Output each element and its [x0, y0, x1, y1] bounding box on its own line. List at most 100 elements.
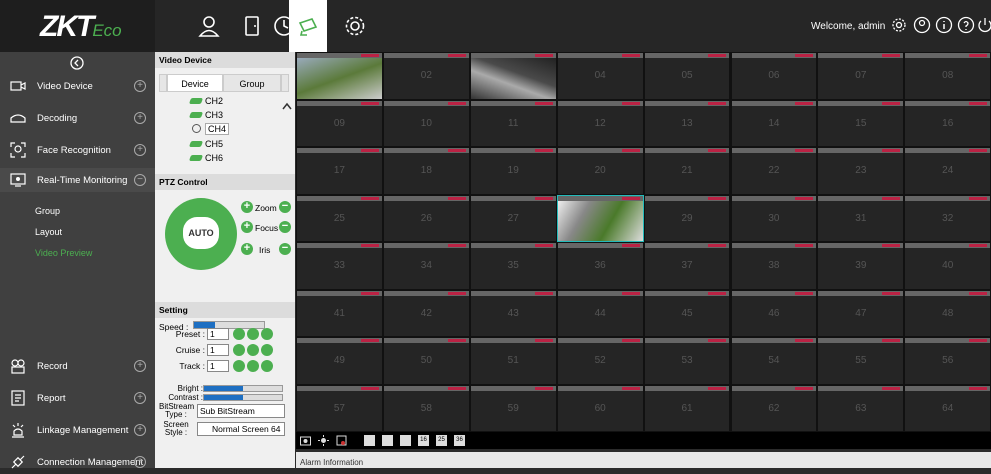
video-cell[interactable]: 18: [383, 148, 469, 194]
video-cell[interactable]: 38: [731, 243, 817, 289]
sidebar-item-face-recognition[interactable]: Face Recognition +: [0, 138, 155, 162]
layout-9-button[interactable]: [400, 435, 411, 446]
zoom-out-button[interactable]: −: [279, 201, 291, 213]
sidebar-item-record[interactable]: Record +: [0, 354, 155, 378]
expand-icon[interactable]: +: [134, 144, 146, 156]
sidebar-sub-video-preview[interactable]: Video Preview: [35, 248, 92, 258]
settings-icon[interactable]: [890, 16, 908, 34]
video-cell[interactable]: 10: [383, 100, 469, 146]
tree-channel[interactable]: CH3: [188, 110, 223, 120]
preset-delete-button[interactable]: [261, 328, 273, 340]
bitstream-select[interactable]: Sub BitStream: [197, 404, 285, 418]
auto-button[interactable]: AUTO: [183, 217, 219, 249]
cruise-edit-button[interactable]: [247, 344, 259, 356]
gear-icon[interactable]: [341, 12, 369, 40]
video-cell[interactable]: 19: [470, 148, 556, 194]
tree-channel[interactable]: CH6: [188, 153, 223, 163]
record-clip-icon[interactable]: [336, 435, 347, 446]
video-cell[interactable]: 17: [297, 148, 382, 194]
video-cell[interactable]: 23: [818, 148, 904, 194]
cruise-call-button[interactable]: [233, 344, 245, 356]
video-cell[interactable]: 59: [470, 385, 556, 431]
video-cell[interactable]: 08: [905, 53, 991, 99]
snapshot-icon[interactable]: [300, 435, 311, 446]
video-cell[interactable]: 61: [644, 385, 730, 431]
sidebar-item-real-time-monitoring[interactable]: Real-Time Monitoring −: [0, 168, 155, 192]
video-cell[interactable]: 54: [731, 338, 817, 384]
preset-edit-button[interactable]: [247, 328, 259, 340]
video-cell[interactable]: 24: [905, 148, 991, 194]
ptz-direction-pad[interactable]: AUTO: [165, 198, 237, 270]
video-cell[interactable]: 07: [818, 53, 904, 99]
zoom-in-button[interactable]: +: [241, 201, 253, 213]
iris-in-button[interactable]: +: [241, 243, 253, 255]
layout-1-button[interactable]: [364, 435, 375, 446]
ptz-move-icon[interactable]: [318, 435, 329, 446]
video-cell[interactable]: 39: [818, 243, 904, 289]
tab-video[interactable]: [289, 0, 327, 52]
video-cell[interactable]: 35: [470, 243, 556, 289]
video-cell[interactable]: 44: [557, 290, 643, 336]
video-cell[interactable]: 40: [905, 243, 991, 289]
video-cell[interactable]: [470, 53, 556, 99]
focus-in-button[interactable]: +: [241, 221, 253, 233]
video-cell[interactable]: [297, 53, 382, 99]
video-cell[interactable]: 14: [731, 100, 817, 146]
video-cell[interactable]: 37: [644, 243, 730, 289]
video-cell[interactable]: 56: [905, 338, 991, 384]
video-cell[interactable]: 48: [905, 290, 991, 336]
preset-select[interactable]: 1: [207, 328, 229, 340]
video-cell[interactable]: 36: [557, 243, 643, 289]
video-cell[interactable]: 50: [383, 338, 469, 384]
video-cell[interactable]: 49: [297, 338, 382, 384]
door-icon[interactable]: [238, 12, 266, 40]
video-cell[interactable]: 20: [557, 148, 643, 194]
video-cell[interactable]: 22: [731, 148, 817, 194]
video-cell[interactable]: 30: [731, 195, 817, 241]
tab-scroll-left[interactable]: [159, 74, 167, 92]
focus-out-button[interactable]: −: [279, 221, 291, 233]
person-icon[interactable]: [195, 12, 223, 40]
track-select[interactable]: 1: [207, 360, 229, 372]
video-cell[interactable]: 60: [557, 385, 643, 431]
video-cell[interactable]: 41: [297, 290, 382, 336]
video-cell[interactable]: [556, 194, 644, 242]
video-cell[interactable]: 51: [470, 338, 556, 384]
tree-channel[interactable]: CH5: [188, 139, 223, 149]
video-cell[interactable]: 27: [470, 195, 556, 241]
sidebar-sub-layout[interactable]: Layout: [35, 227, 62, 237]
info-icon[interactable]: [935, 16, 953, 34]
contrast-slider[interactable]: [203, 394, 283, 401]
video-cell[interactable]: 06: [731, 53, 817, 99]
expand-icon[interactable]: +: [134, 456, 146, 468]
video-cell[interactable]: 46: [731, 290, 817, 336]
track-delete-button[interactable]: [261, 360, 273, 372]
layout-36-button[interactable]: 36: [454, 435, 465, 446]
tree-channel-selected[interactable]: CH4: [192, 123, 230, 135]
sidebar-item-decoding[interactable]: Decoding +: [0, 106, 155, 130]
cruise-delete-button[interactable]: [261, 344, 273, 356]
layout-25-button[interactable]: 25: [436, 435, 447, 446]
video-cell[interactable]: 45: [644, 290, 730, 336]
iris-out-button[interactable]: −: [279, 243, 291, 255]
tree-channel[interactable]: CH2: [188, 96, 223, 106]
video-cell[interactable]: 53: [644, 338, 730, 384]
expand-icon[interactable]: +: [134, 424, 146, 436]
video-cell[interactable]: 04: [557, 53, 643, 99]
video-cell[interactable]: 62: [731, 385, 817, 431]
video-cell[interactable]: 05: [644, 53, 730, 99]
video-cell[interactable]: 58: [383, 385, 469, 431]
track-edit-button[interactable]: [247, 360, 259, 372]
video-cell[interactable]: 63: [818, 385, 904, 431]
power-icon[interactable]: [976, 16, 991, 34]
video-cell[interactable]: 64: [905, 385, 991, 431]
video-cell[interactable]: 34: [383, 243, 469, 289]
sidebar-item-linkage-management[interactable]: Linkage Management +: [0, 418, 155, 442]
sidebar-item-video-device[interactable]: Video Device +: [0, 74, 155, 98]
video-cell[interactable]: 57: [297, 385, 382, 431]
tab-scroll-right[interactable]: [281, 74, 289, 92]
expand-icon[interactable]: +: [134, 80, 146, 92]
video-cell[interactable]: 29: [644, 195, 730, 241]
cruise-select[interactable]: 1: [207, 344, 229, 356]
sidebar-item-connection-management[interactable]: Connection Management +: [0, 450, 155, 474]
